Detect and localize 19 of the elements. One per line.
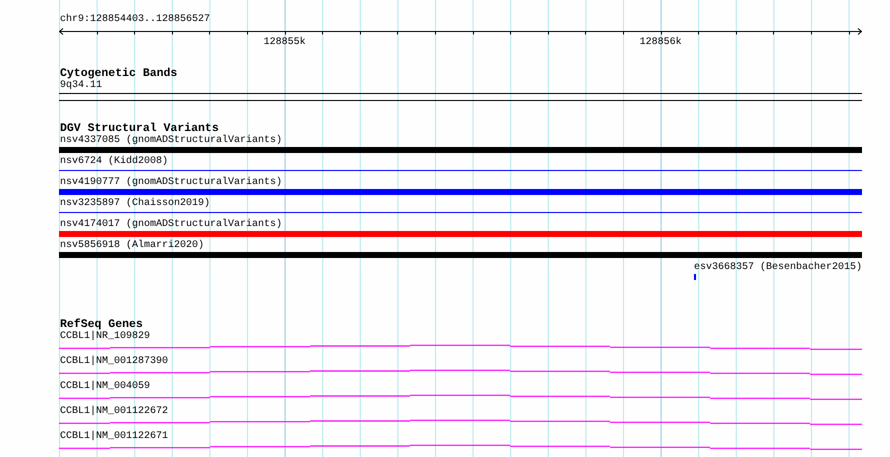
gene-label: CCBL1|NR_109829 — [59, 331, 150, 343]
gene-label: CCBL1|NM_001122671 — [59, 431, 168, 443]
feature-label: nsv3235897 (Chaisson2019) — [59, 198, 210, 210]
tick-label: 128856k — [640, 37, 682, 48]
band-label: 9q34.11 — [59, 80, 102, 92]
feature-label: nsv6724 (Kidd2008) — [59, 156, 168, 168]
feature-label: esv3668357 (Besenbacher2015) — [693, 262, 862, 274]
feature-label: nsv4190777 (gnomADStructuralVariants) — [59, 177, 282, 189]
tick-label: 128855k — [264, 37, 306, 48]
feature-label: nsv4337085 (gnomADStructuralVariants) — [59, 135, 282, 147]
feature-label: nsv4174017 (gnomADStructuralVariants) — [59, 219, 282, 231]
gene-label: CCBL1|NM_004059 — [59, 381, 150, 393]
region-label: chr9:128854403..128856527 — [59, 14, 210, 26]
gene-label: CCBL1|NM_001122672 — [59, 406, 168, 418]
track-title: DGV Structural Variants — [59, 122, 219, 135]
feature-label: nsv5856918 (Almarri2020) — [59, 240, 204, 252]
track-title: Cytogenetic Bands — [59, 68, 178, 80]
track-title: RefSeq Genes — [59, 319, 143, 331]
gene-label: CCBL1|NM_001287390 — [59, 356, 168, 368]
